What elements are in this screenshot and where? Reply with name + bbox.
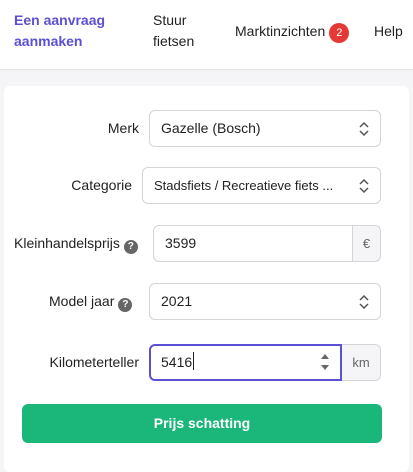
- select-chevron-icon: [359, 178, 369, 194]
- model-year-select[interactable]: 2021: [149, 283, 381, 320]
- odometer-row: Kilometerteller 5416 km: [4, 344, 409, 381]
- price-estimate-button[interactable]: Prijs schatting: [22, 404, 382, 443]
- model-year-label-text: Model jaar: [49, 293, 115, 309]
- number-spinner-icon[interactable]: [320, 351, 330, 373]
- retail-price-row: Kleinhandelsprijs? 3599 €: [4, 225, 409, 262]
- odometer-input[interactable]: 5416: [149, 344, 342, 381]
- retail-price-label-text: Kleinhandelsprijs: [14, 235, 120, 251]
- nav-create-request[interactable]: Een aanvraag aanmaken: [14, 10, 105, 52]
- nav-market-insights-label: Marktinzichten: [235, 23, 326, 39]
- odometer-label: Kilometerteller: [49, 354, 139, 370]
- top-navigation: Een aanvraag aanmaken Stuur fietsen Mark…: [0, 0, 413, 70]
- brand-select-value: Gazelle (Bosch): [161, 120, 261, 136]
- nav-help[interactable]: Help: [374, 21, 403, 42]
- retail-price-input[interactable]: 3599: [153, 225, 353, 262]
- nav-create-request-line2: aanmaken: [14, 33, 83, 49]
- nav-send-bikes-line1: Stuur: [153, 12, 187, 28]
- text-caret: [193, 352, 195, 370]
- notification-badge: 2: [329, 23, 350, 43]
- category-label: Categorie: [71, 177, 132, 193]
- currency-addon: €: [353, 225, 381, 262]
- nav-send-bikes[interactable]: Stuur fietsen: [153, 10, 194, 52]
- nav-send-bikes-line2: fietsen: [153, 33, 195, 49]
- model-year-label: Model jaar?: [49, 292, 133, 312]
- brand-row: Merk Gazelle (Bosch): [4, 110, 409, 147]
- select-chevron-icon: [359, 294, 369, 310]
- select-chevron-icon: [359, 121, 369, 137]
- help-icon[interactable]: ?: [118, 298, 133, 312]
- retail-price-label: Kleinhandelsprijs?: [14, 234, 138, 254]
- model-year-row: Model jaar? 2021: [4, 283, 409, 320]
- category-select-value: Stadsfiets / Recreatieve fiets ...: [154, 178, 334, 193]
- nav-market-insights[interactable]: Marktinzichten 2: [235, 21, 350, 43]
- nav-create-request-line1: Een aanvraag: [14, 12, 106, 28]
- help-icon[interactable]: ?: [123, 240, 138, 254]
- unit-addon: km: [342, 344, 381, 381]
- brand-label: Merk: [107, 120, 139, 136]
- category-select[interactable]: Stadsfiets / Recreatieve fiets ...: [142, 167, 381, 204]
- category-row: Categorie Stadsfiets / Recreatieve fiets…: [4, 167, 409, 204]
- brand-select[interactable]: Gazelle (Bosch): [149, 110, 381, 147]
- model-year-select-value: 2021: [161, 293, 193, 309]
- odometer-input-value: 5416: [161, 354, 193, 370]
- estimate-form-card: Merk Gazelle (Bosch) Categorie Stadsfiet…: [4, 86, 409, 472]
